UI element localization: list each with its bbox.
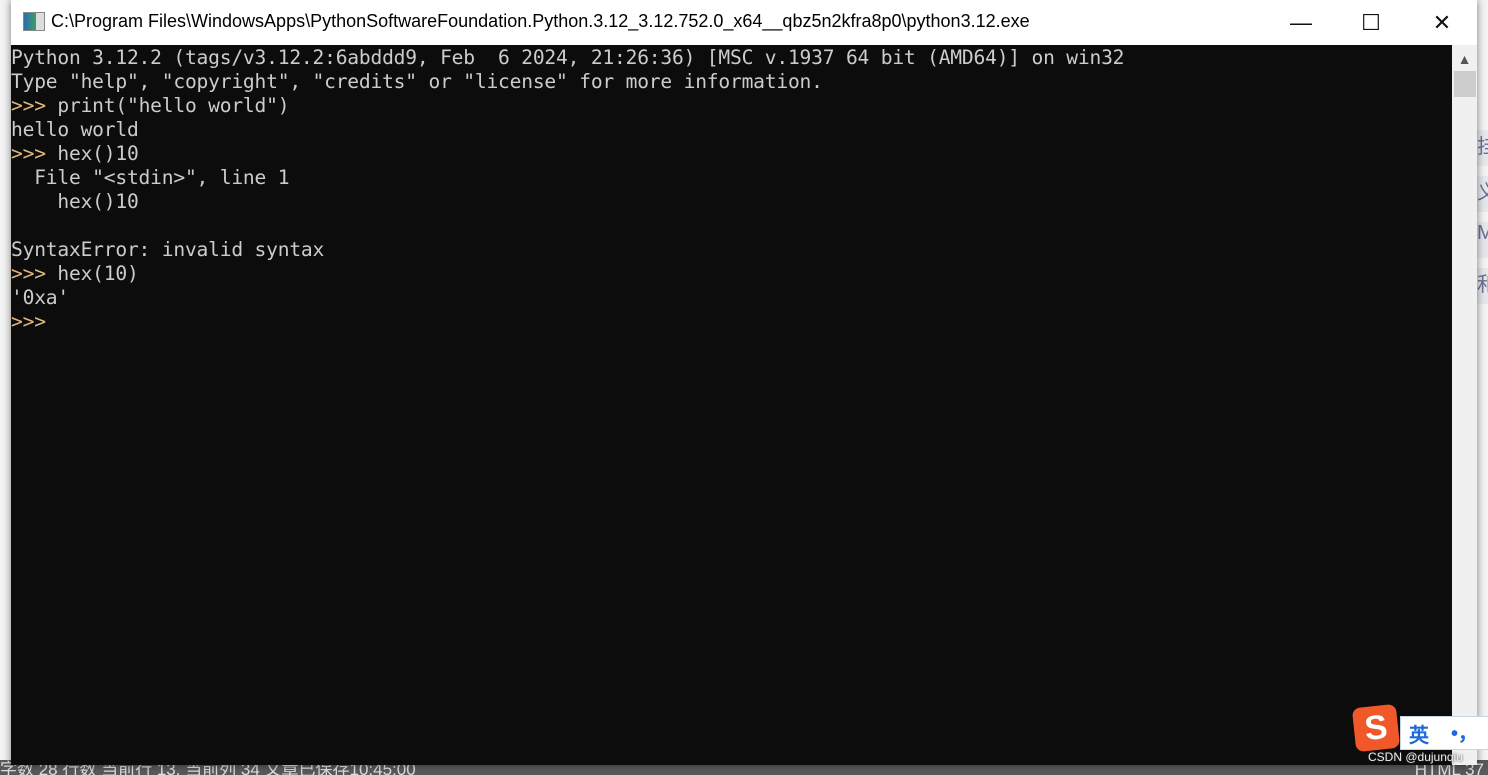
- line-text: hex()10: [45, 142, 139, 165]
- prompt: >>>: [11, 310, 46, 333]
- watermark: CSDN @dujunqiu: [1368, 750, 1463, 764]
- side-tab: 义: [1477, 176, 1488, 212]
- maximize-button[interactable]: ☐: [1336, 0, 1406, 45]
- console-line: >>>: [11, 310, 1452, 334]
- line-text: print("hello world"): [45, 94, 290, 117]
- prompt: >>>: [11, 142, 46, 165]
- console-line: '0xa': [11, 286, 1452, 310]
- console-output[interactable]: Python 3.12.2 (tags/v3.12.2:6abddd9, Feb…: [11, 46, 1452, 765]
- scroll-thumb[interactable]: [1454, 71, 1476, 97]
- line-text: '0xa': [11, 286, 69, 309]
- console-line: >>> print("hello world"): [11, 94, 1452, 118]
- ime-language-toggle[interactable]: 英: [1409, 719, 1429, 748]
- side-tab: M: [1477, 222, 1488, 258]
- ime-bar[interactable]: 英 •，: [1400, 716, 1488, 750]
- console-app-icon: [23, 12, 45, 31]
- console-line: Type "help", "copyright", "credits" or "…: [11, 70, 1452, 94]
- python-console-window: C:\Program Files\WindowsApps\PythonSoftw…: [11, 0, 1477, 765]
- sogou-logo-icon[interactable]: S: [1351, 703, 1401, 753]
- line-text: File "<stdin>", line 1: [11, 166, 290, 189]
- ime-punctuation-toggle[interactable]: •，: [1451, 717, 1478, 746]
- console-line: SyntaxError: invalid syntax: [11, 238, 1452, 262]
- scroll-up-arrow-icon[interactable]: ▲: [1452, 45, 1477, 69]
- ime-toolbar[interactable]: S 英 •，: [1351, 703, 1488, 753]
- prompt: >>>: [11, 262, 46, 285]
- line-text: hex(10): [45, 262, 139, 285]
- console-line: hello world: [11, 118, 1452, 142]
- console-line: Python 3.12.2 (tags/v3.12.2:6abddd9, Feb…: [11, 46, 1452, 70]
- close-button[interactable]: ✕: [1407, 0, 1477, 45]
- line-text: Type "help", "copyright", "credits" or "…: [11, 70, 823, 93]
- minimize-button[interactable]: —: [1266, 0, 1336, 45]
- line-text: hello world: [11, 118, 139, 141]
- console-line: >>> hex()10: [11, 142, 1452, 166]
- background-side-tabs: 挂 义 M 和: [1477, 130, 1488, 314]
- vertical-scrollbar[interactable]: ▲: [1452, 45, 1477, 765]
- console-line: hex()10: [11, 190, 1452, 214]
- prompt: >>>: [11, 94, 46, 117]
- window-title: C:\Program Files\WindowsApps\PythonSoftw…: [51, 11, 1030, 31]
- title-bar[interactable]: C:\Program Files\WindowsApps\PythonSoftw…: [11, 0, 1477, 45]
- line-text: Python 3.12.2 (tags/v3.12.2:6abddd9, Feb…: [11, 46, 1125, 69]
- line-text: SyntaxError: invalid syntax: [11, 238, 325, 261]
- line-text: hex()10: [11, 190, 139, 213]
- side-tab: 挂: [1477, 130, 1488, 166]
- side-tab: 和: [1477, 268, 1488, 304]
- console-line: >>> hex(10): [11, 262, 1452, 286]
- console-line: File "<stdin>", line 1: [11, 166, 1452, 190]
